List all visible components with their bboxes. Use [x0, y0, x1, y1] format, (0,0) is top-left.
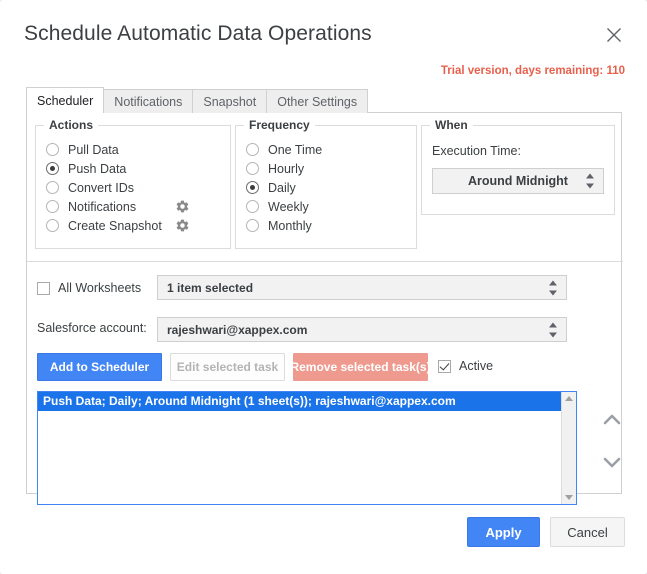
radio-indicator [246, 181, 259, 194]
frequency-group-legend: Frequency [244, 118, 315, 132]
schedule-dialog: Schedule Automatic Data Operations Trial… [0, 0, 647, 574]
scroll-down-icon[interactable] [565, 495, 573, 500]
radio-label: One Time [268, 143, 322, 157]
radio-label: Daily [268, 181, 296, 195]
radio-label: Pull Data [68, 143, 119, 157]
remove-selected-tasks-button[interactable]: Remove selected task(s) [293, 353, 428, 381]
frequency-group: Frequency One Time Hourly Daily Weekly M… [235, 125, 417, 249]
close-icon[interactable] [603, 24, 625, 46]
all-worksheets-label: All Worksheets [58, 281, 141, 295]
page-title: Schedule Automatic Data Operations [24, 22, 372, 46]
checkbox-indicator [438, 360, 451, 373]
list-item[interactable]: Push Data; Daily; Around Midnight (1 she… [38, 392, 576, 411]
radio-label: Push Data [68, 162, 126, 176]
radio-notifications[interactable]: Notifications [46, 197, 136, 216]
radio-indicator [46, 143, 59, 156]
active-checkbox[interactable]: Active [438, 359, 493, 373]
radio-hourly[interactable]: Hourly [246, 159, 304, 178]
account-label: Salesforce account: [37, 321, 147, 335]
radio-indicator [246, 143, 259, 156]
radio-label: Notifications [68, 200, 136, 214]
radio-indicator [246, 219, 259, 232]
execution-time-select[interactable]: Around Midnight [432, 168, 604, 194]
radio-monthly[interactable]: Monthly [246, 216, 312, 235]
apply-button[interactable]: Apply [467, 517, 540, 547]
stepper-icon [548, 322, 557, 337]
trial-notice: Trial version, days remaining: 110 [441, 65, 625, 77]
task-list[interactable]: Push Data; Daily; Around Midnight (1 she… [37, 391, 577, 505]
radio-label: Weekly [268, 200, 309, 214]
scheduler-panel: Actions Pull Data Push Data Convert IDs … [26, 112, 622, 494]
when-group-legend: When [430, 118, 473, 132]
radio-one-time[interactable]: One Time [246, 140, 322, 159]
gear-icon[interactable] [175, 218, 190, 233]
actions-group: Actions Pull Data Push Data Convert IDs … [35, 125, 231, 249]
radio-create-snapshot[interactable]: Create Snapshot [46, 216, 162, 235]
active-label: Active [459, 359, 493, 373]
radio-label: Monthly [268, 219, 312, 233]
radio-label: Create Snapshot [68, 219, 162, 233]
radio-daily[interactable]: Daily [246, 178, 296, 197]
radio-indicator [246, 162, 259, 175]
radio-label: Hourly [268, 162, 304, 176]
checkbox-indicator [37, 282, 50, 295]
gear-icon[interactable] [175, 199, 190, 214]
worksheet-select[interactable]: 1 item selected [157, 275, 567, 300]
all-worksheets-checkbox[interactable]: All Worksheets [37, 281, 141, 295]
radio-indicator [46, 200, 59, 213]
tab-scheduler[interactable]: Scheduler [26, 87, 104, 113]
radio-indicator [46, 181, 59, 194]
chevron-down-icon[interactable] [599, 449, 625, 475]
chevron-up-icon[interactable] [599, 407, 625, 433]
execution-time-label: Execution Time: [432, 144, 521, 158]
dialog-title-bar: Schedule Automatic Data Operations [0, 0, 647, 58]
radio-push-data[interactable]: Push Data [46, 159, 126, 178]
section-divider [27, 261, 623, 262]
tab-snapshot[interactable]: Snapshot [192, 89, 267, 113]
execution-time-value: Around Midnight [468, 174, 568, 188]
radio-indicator [46, 219, 59, 232]
stepper-icon [548, 280, 557, 295]
radio-indicator [246, 200, 259, 213]
account-value: rajeshwari@xappex.com [167, 323, 307, 337]
task-list-scrollbar[interactable] [561, 392, 576, 504]
worksheet-value: 1 item selected [167, 281, 253, 295]
radio-convert-ids[interactable]: Convert IDs [46, 178, 134, 197]
radio-weekly[interactable]: Weekly [246, 197, 309, 216]
tab-strip: Scheduler Notifications Snapshot Other S… [26, 88, 367, 113]
actions-group-legend: Actions [44, 118, 98, 132]
radio-pull-data[interactable]: Pull Data [46, 140, 119, 159]
scroll-up-icon[interactable] [565, 396, 573, 401]
when-group: When Execution Time: Around Midnight [421, 125, 615, 215]
edit-selected-task-button[interactable]: Edit selected task [170, 353, 285, 381]
tab-notifications[interactable]: Notifications [103, 89, 193, 113]
tab-other-settings[interactable]: Other Settings [266, 89, 368, 113]
stepper-icon [585, 174, 594, 189]
cancel-button[interactable]: Cancel [550, 517, 625, 547]
account-select[interactable]: rajeshwari@xappex.com [157, 317, 567, 342]
radio-label: Convert IDs [68, 181, 134, 195]
radio-indicator [46, 162, 59, 175]
add-to-scheduler-button[interactable]: Add to Scheduler [37, 353, 162, 381]
